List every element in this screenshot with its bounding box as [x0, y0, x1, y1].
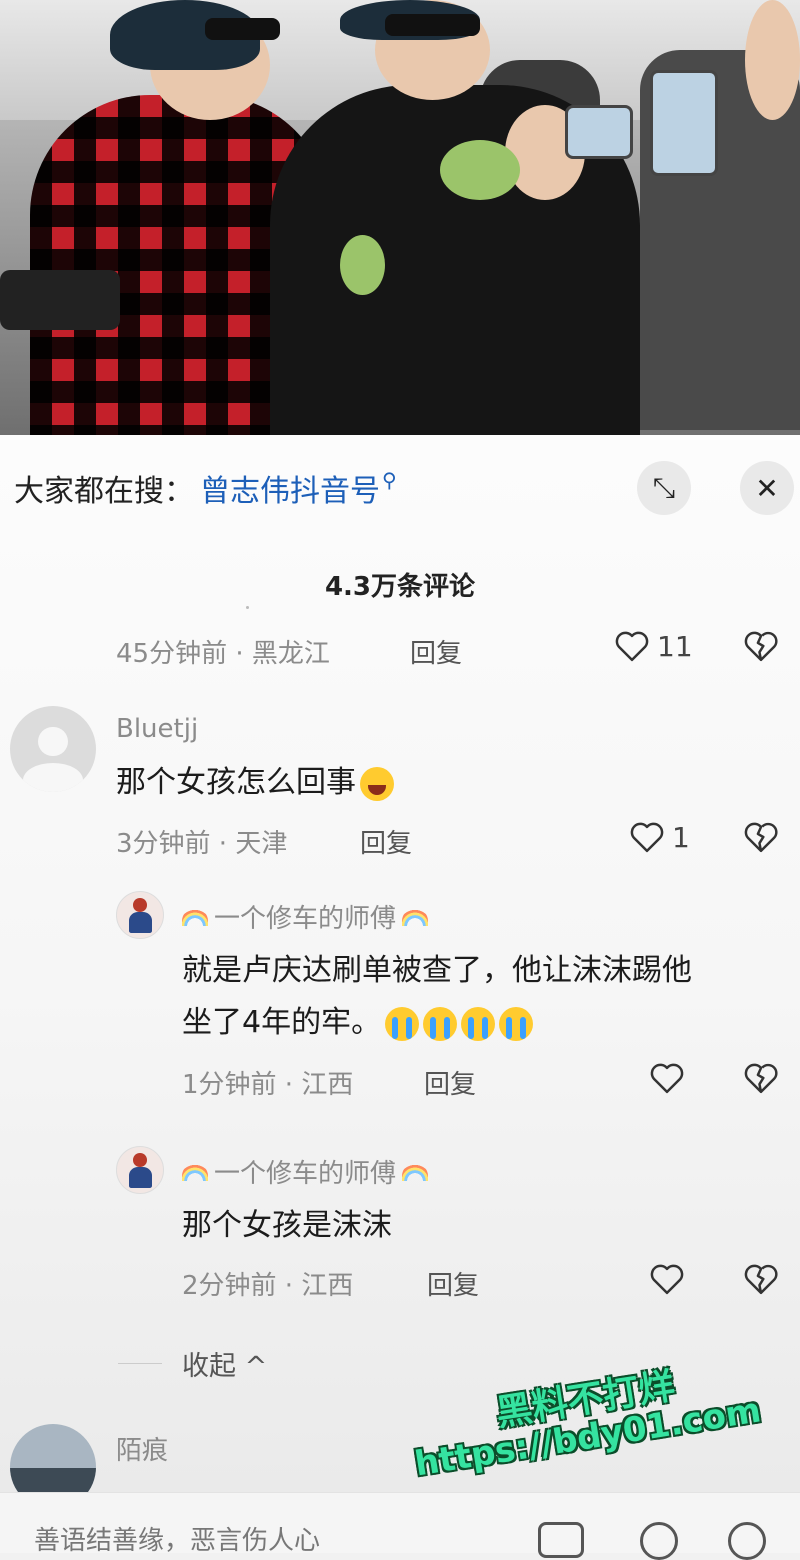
reply-button[interactable]: 回复 — [410, 633, 462, 670]
rainbow-emoji-icon — [182, 907, 208, 926]
comment-text: 那个女孩怎么回事 — [116, 757, 394, 809]
video-object — [0, 270, 120, 330]
reply-button[interactable]: 回复 — [360, 823, 412, 860]
video-object — [565, 105, 633, 159]
video-object — [440, 140, 520, 200]
broken-heart-icon — [742, 629, 780, 663]
like-count: 11 — [657, 629, 693, 663]
broken-heart-icon — [742, 1262, 780, 1296]
dislike-button[interactable] — [742, 629, 780, 663]
dislike-button[interactable] — [742, 1061, 780, 1095]
comment-input[interactable]: 善语结善缘，恶言伤人心 — [34, 1520, 320, 1557]
comment-username[interactable]: 陌痕 — [116, 1430, 168, 1467]
collapse-divider — [118, 1363, 162, 1364]
dislike-button[interactable] — [742, 1262, 780, 1296]
comment-text-body: 那个女孩怎么回事 — [116, 765, 356, 800]
close-button[interactable]: ✕ — [740, 461, 794, 515]
heart-icon — [613, 629, 651, 663]
video-person — [205, 18, 280, 40]
reply-username[interactable]: 一个修车的师傅 — [182, 898, 429, 935]
comment-time-location: 3分钟前 · 天津 — [116, 829, 288, 859]
video-frame[interactable] — [0, 0, 800, 435]
image-icon[interactable] — [538, 1522, 584, 1558]
divider-dot — [246, 606, 249, 609]
dislike-button[interactable] — [742, 820, 780, 854]
expand-button[interactable]: ⤡ — [637, 461, 691, 515]
search-suggestion-label: 大家都在搜： — [14, 474, 194, 509]
broken-heart-icon — [742, 1061, 780, 1095]
emoji-icon[interactable] — [728, 1522, 766, 1560]
collapse-replies-button[interactable]: 收起 ^ — [182, 1344, 267, 1383]
heart-icon — [628, 820, 666, 854]
reply-text: 就是卢庆达刷单被查了，他让沫沫踢他 坐了4年的牢。 — [182, 945, 692, 1049]
heart-icon — [648, 1061, 686, 1095]
search-suggestion-term[interactable]: 曾志伟抖音号 — [200, 466, 380, 510]
reply-username[interactable]: 一个修车的师傅 — [182, 1153, 429, 1190]
reply-text: 那个女孩是沫沫 — [182, 1208, 392, 1243]
crying-emoji-icon — [499, 1006, 534, 1041]
at-icon[interactable] — [640, 1522, 678, 1560]
rainbow-emoji-icon — [182, 1162, 208, 1181]
reply-button[interactable]: 回复 — [427, 1265, 479, 1302]
comments-count: 4.3万条评论 — [324, 572, 476, 602]
crying-emoji-icon — [461, 1006, 496, 1041]
reply-button[interactable]: 回复 — [424, 1064, 476, 1101]
reply-time-location: 2分钟前 · 江西 — [182, 1271, 354, 1301]
avatar[interactable] — [116, 891, 164, 939]
heart-icon — [648, 1262, 686, 1296]
video-person — [745, 0, 800, 120]
reply-text-line: 坐了4年的牢。 — [182, 997, 692, 1049]
like-button[interactable] — [648, 1061, 686, 1095]
avatar[interactable] — [10, 706, 96, 792]
like-button[interactable]: 1 — [628, 820, 690, 854]
comment-username[interactable]: Bluetjj — [116, 714, 198, 744]
rainbow-emoji-icon — [402, 907, 429, 926]
broken-heart-icon — [742, 820, 780, 854]
close-icon: ✕ — [755, 471, 779, 505]
crying-emoji-icon — [423, 1006, 458, 1041]
reply-text-line: 就是卢庆达刷单被查了，他让沫沫踢他 — [182, 953, 692, 988]
like-button[interactable] — [648, 1262, 686, 1296]
expand-icon: ⤡ — [652, 471, 676, 504]
like-button[interactable]: 11 — [613, 629, 693, 663]
search-suggestion[interactable]: 大家都在搜： 曾志伟抖音号 ⚲ — [14, 466, 397, 510]
comment-time-location: 45分钟前 · 黑龙江 — [116, 639, 330, 669]
reply-time-location: 1分钟前 · 江西 — [182, 1070, 354, 1100]
video-person — [385, 14, 480, 36]
search-icon: ⚲ — [382, 468, 397, 492]
video-object — [340, 235, 385, 295]
rainbow-emoji-icon — [402, 1162, 429, 1181]
laughing-crying-emoji-icon — [360, 766, 394, 801]
crying-emoji-icon — [385, 1006, 420, 1041]
video-object — [650, 70, 718, 176]
like-count: 1 — [672, 820, 690, 854]
avatar[interactable] — [116, 1146, 164, 1194]
